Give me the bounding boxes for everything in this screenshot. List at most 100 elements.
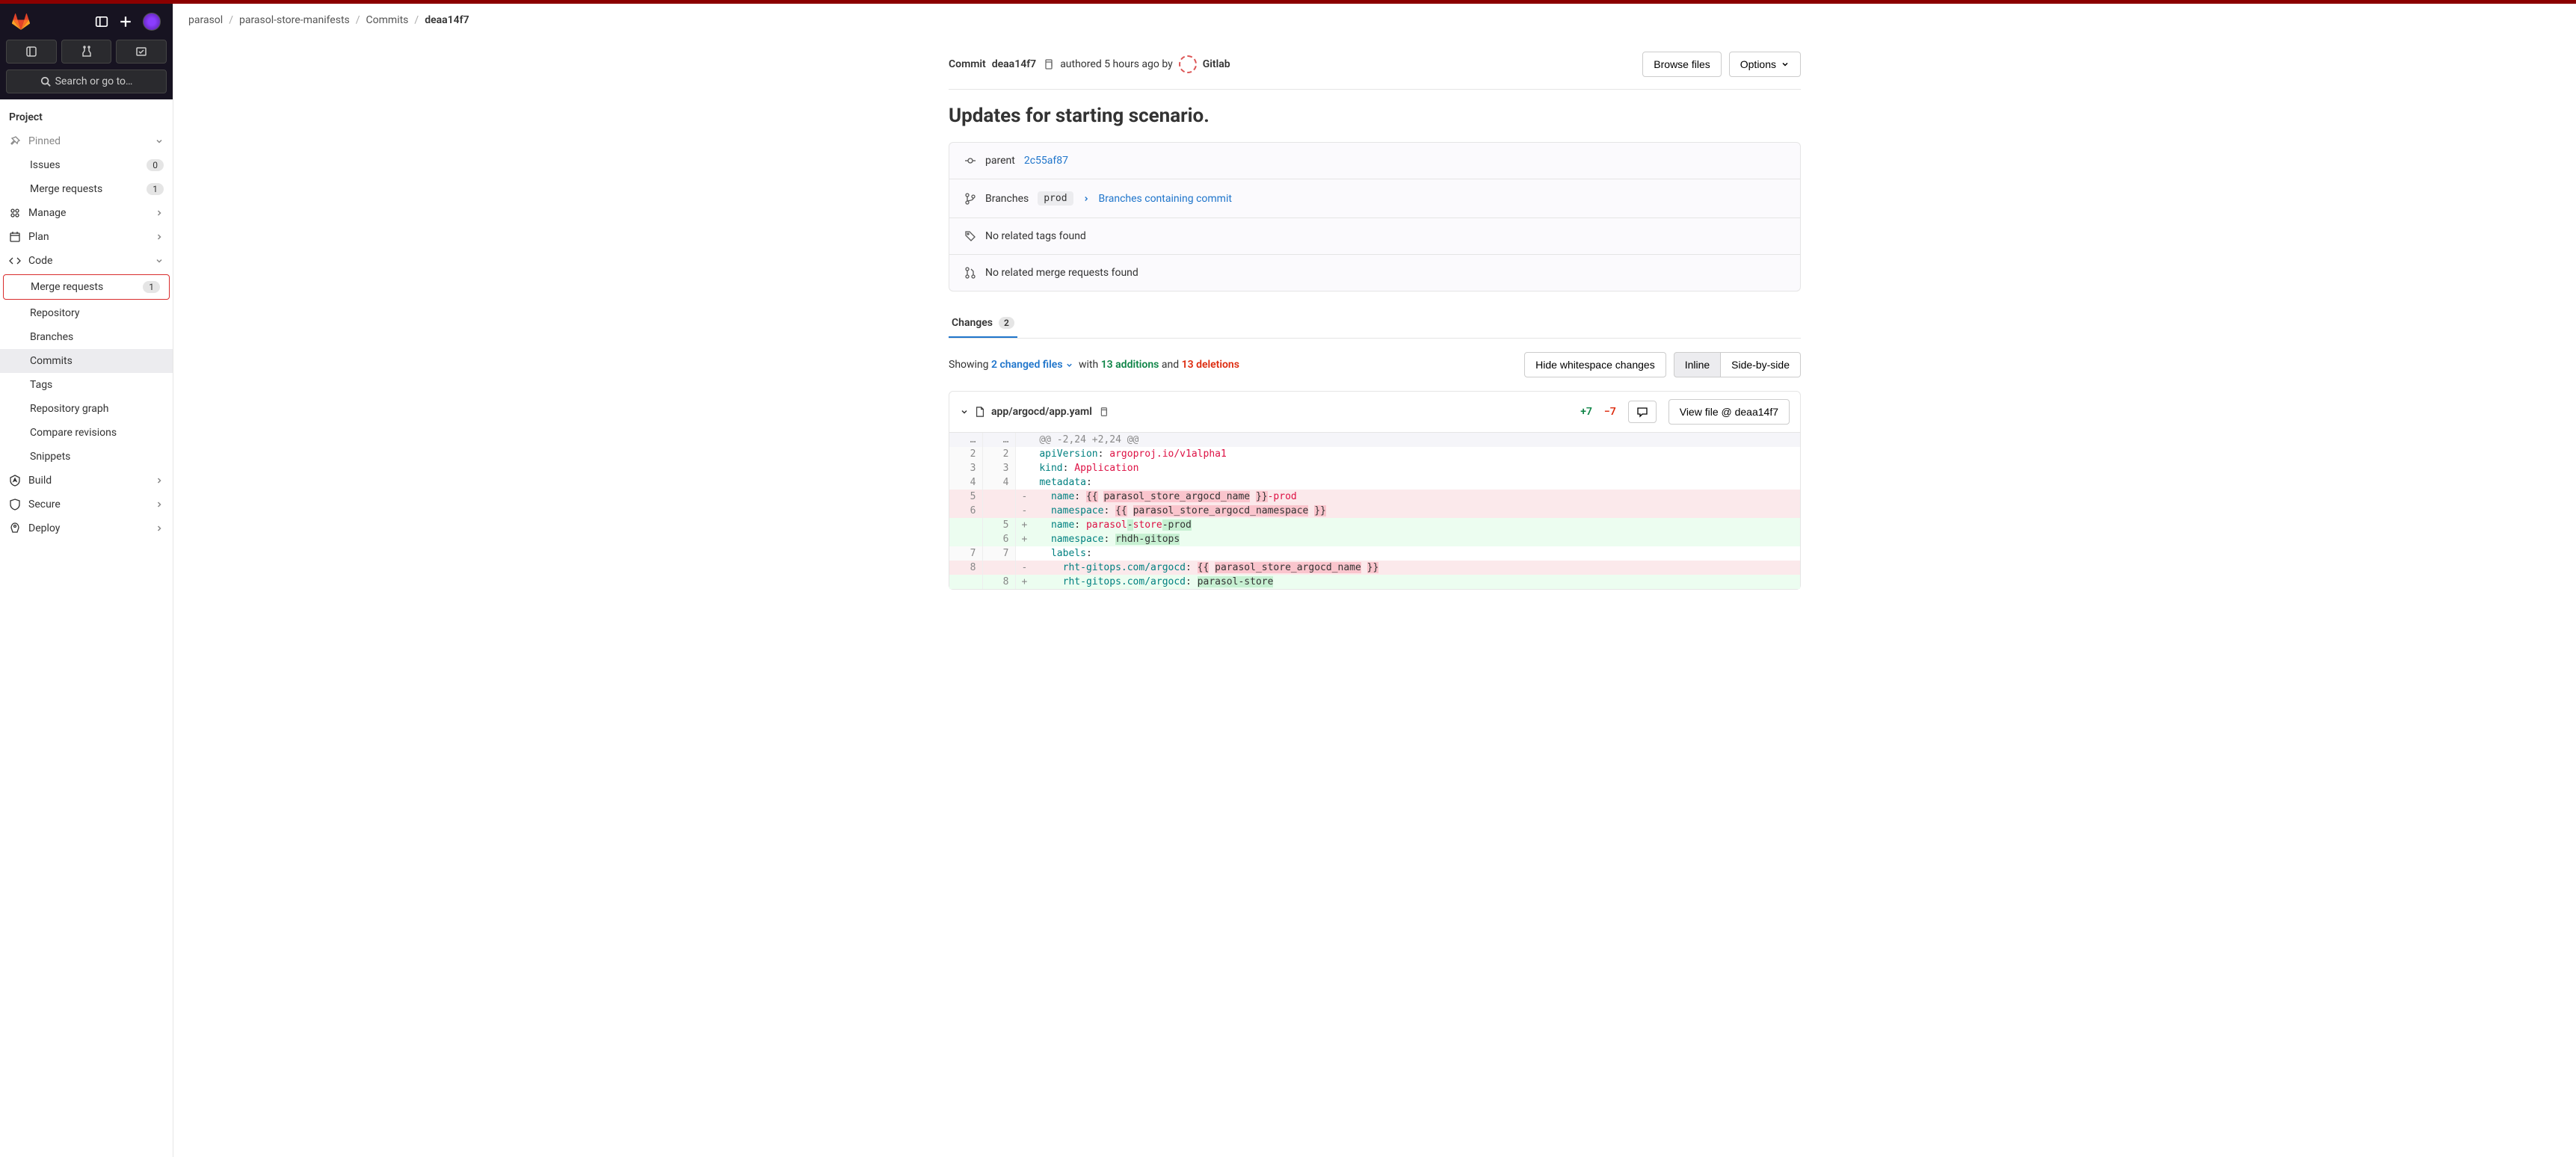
deploy-label: Deploy (28, 522, 60, 534)
commit-info-box: parent 2c55af87 Branches prod Branches c… (949, 142, 1801, 291)
sidebar-toggle-icon[interactable] (95, 15, 108, 28)
copy-path-icon[interactable] (1098, 407, 1109, 417)
sidebar-secure[interactable]: Secure (0, 493, 173, 516)
sidebar-code[interactable]: Code (0, 249, 173, 273)
file-additions: +7 (1580, 406, 1592, 418)
changed-files-link[interactable]: 2 changed files (991, 359, 1073, 371)
sidebar-snippets[interactable]: Snippets (0, 445, 173, 469)
user-avatar[interactable] (143, 13, 161, 31)
nav-btn-2[interactable] (61, 40, 112, 64)
sidebar-manage[interactable]: Manage (0, 201, 173, 225)
diff-line: 5+ name: parasol-store-prod (949, 518, 1800, 532)
inline-view-button[interactable]: Inline (1674, 352, 1721, 377)
chevron-down-icon (155, 256, 164, 265)
search-label: Search or go to… (55, 75, 133, 87)
changes-summary: Showing 2 changed files with 13 addition… (949, 359, 1239, 371)
search-button[interactable]: Search or go to… (6, 70, 167, 93)
nav-btn-1[interactable] (6, 40, 57, 64)
sidebar-repository[interactable]: Repository (0, 301, 173, 325)
branches-label: Branches (985, 193, 1029, 205)
author-avatar[interactable] (1179, 55, 1197, 73)
sidebar-commits[interactable]: Commits (0, 349, 173, 373)
chevron-down-icon (1781, 60, 1790, 69)
side-by-side-button[interactable]: Side-by-side (1721, 352, 1801, 377)
plan-icon (9, 231, 21, 243)
diff-line: 6+ namespace: rhdh-gitops (949, 532, 1800, 546)
pinned-section[interactable]: Pinned (0, 129, 173, 153)
diff-line: 5- name: {{ parasol_store_argocd_name }}… (949, 490, 1800, 504)
sidebar: Search or go to… Project Pinned Issues 0… (0, 4, 173, 1157)
options-button[interactable]: Options (1729, 52, 1801, 77)
no-mr-text: No related merge requests found (985, 267, 1138, 279)
code-label: Code (28, 255, 52, 267)
chevron-right-icon (155, 524, 164, 533)
author-name[interactable]: Gitlab (1203, 58, 1230, 70)
authored-text: authored 5 hours ago by (1060, 58, 1173, 70)
gitlab-logo[interactable] (12, 13, 30, 31)
browse-files-button[interactable]: Browse files (1642, 52, 1721, 77)
hide-whitespace-button[interactable]: Hide whitespace changes (1524, 352, 1666, 377)
breadcrumb-item[interactable]: parasol-store-manifests (239, 14, 350, 26)
tag-icon (964, 230, 976, 242)
branch-tag[interactable]: prod (1038, 191, 1073, 206)
breadcrumb-item[interactable]: Commits (366, 14, 409, 26)
parent-sha-link[interactable]: 2c55af87 (1024, 155, 1068, 167)
main-content: parasol / parasol-store-manifests / Comm… (173, 4, 2576, 1157)
breadcrumb-current: deaa14f7 (425, 14, 469, 26)
plan-label: Plan (28, 231, 49, 243)
chevron-down-icon[interactable] (960, 407, 969, 416)
branches-containing-link[interactable]: Branches containing commit (1099, 193, 1232, 205)
additions-text: 13 additions (1101, 359, 1159, 371)
diff-line: 6- namespace: {{ parasol_store_argocd_na… (949, 504, 1800, 518)
mr-badge: 1 (147, 183, 164, 195)
breadcrumb: parasol / parasol-store-manifests / Comm… (188, 4, 2561, 37)
code-icon (9, 255, 21, 267)
branches-row: Branches prod Branches containing commit (949, 179, 1800, 218)
sidebar-branches[interactable]: Branches (0, 325, 173, 349)
tab-changes-label: Changes (952, 317, 993, 329)
commit-title: Updates for starting scenario. (949, 105, 1801, 127)
mr-icon (964, 267, 976, 279)
diff-line: 33 kind: Application (949, 461, 1800, 475)
chevron-right-icon (155, 500, 164, 509)
sidebar-mr-pinned[interactable]: Merge requests 1 (0, 177, 173, 201)
sidebar-issues-label: Issues (30, 159, 61, 171)
branch-icon (964, 193, 976, 205)
deploy-icon (9, 522, 21, 534)
project-section-title: Project (0, 108, 173, 129)
diff-line: 44 metadata: (949, 475, 1800, 490)
sidebar-deploy[interactable]: Deploy (0, 516, 173, 540)
tab-changes[interactable]: Changes 2 (949, 309, 1017, 338)
sidebar-code-mr[interactable]: Merge requests 1 (3, 274, 170, 300)
manage-icon (9, 207, 21, 219)
secure-label: Secure (28, 499, 61, 510)
commit-label: Commit (949, 58, 986, 70)
file-icon (975, 407, 985, 417)
sidebar-issues[interactable]: Issues 0 (0, 153, 173, 177)
search-icon (40, 76, 51, 87)
sidebar-repo-graph[interactable]: Repository graph (0, 397, 173, 421)
deletions-text: 13 deletions (1182, 359, 1239, 371)
diff-table: ……@@ -2,24 +2,24 @@22 apiVersion: argopr… (949, 433, 1800, 589)
nav-btn-3[interactable] (116, 40, 167, 64)
tags-row: No related tags found (949, 218, 1800, 255)
issues-badge: 0 (147, 159, 164, 171)
view-file-button[interactable]: View file @ deaa14f7 (1668, 399, 1790, 425)
sidebar-header: Search or go to… (0, 4, 173, 99)
plus-icon[interactable] (119, 15, 132, 28)
build-icon (9, 475, 21, 487)
diff-line: 77 labels: (949, 546, 1800, 561)
sidebar-tags[interactable]: Tags (0, 373, 173, 397)
pinned-label: Pinned (28, 135, 61, 147)
pin-icon (9, 135, 21, 147)
sidebar-plan[interactable]: Plan (0, 225, 173, 249)
file-deletions: −7 (1604, 406, 1616, 418)
sidebar-build[interactable]: Build (0, 469, 173, 493)
breadcrumb-item[interactable]: parasol (188, 14, 223, 26)
copy-sha-icon[interactable] (1042, 58, 1054, 70)
sidebar-compare[interactable]: Compare revisions (0, 421, 173, 445)
comment-button[interactable] (1628, 401, 1657, 423)
file-path-text[interactable]: app/argocd/app.yaml (991, 406, 1092, 418)
build-label: Build (28, 475, 52, 487)
comment-icon (1636, 406, 1648, 418)
